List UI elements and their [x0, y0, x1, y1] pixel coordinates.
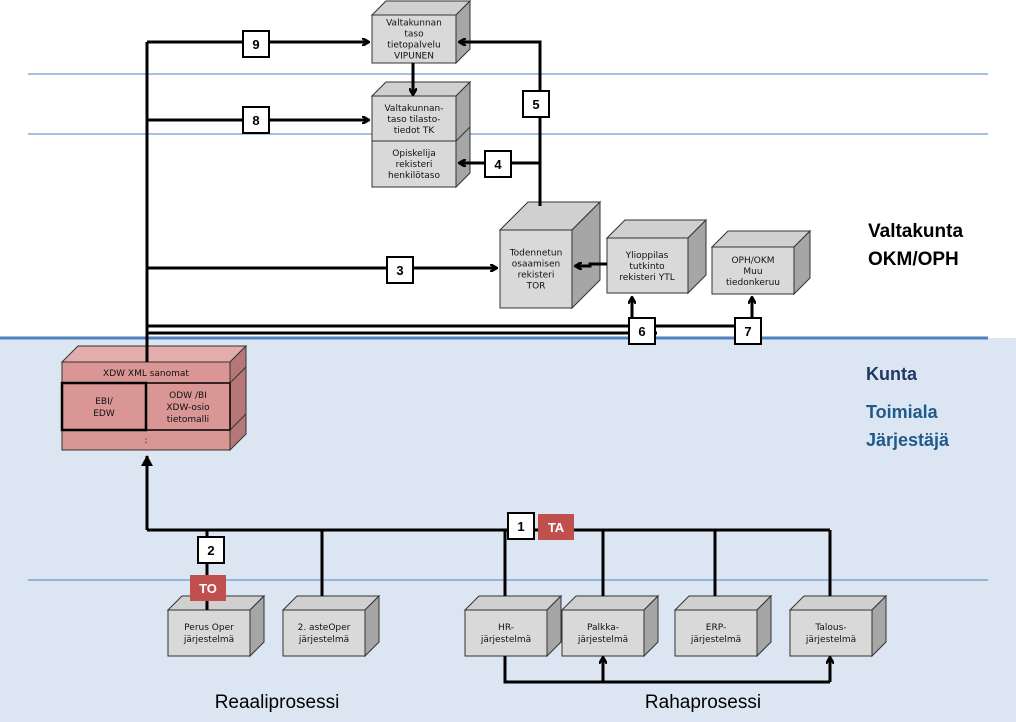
flow-number: 1 — [517, 519, 524, 534]
box-perus-oper: Perus Oper järjestelmä — [166, 594, 266, 658]
box-label: taso — [404, 30, 424, 40]
flow-label-2: 2 — [197, 536, 225, 564]
flow-label-1: 1 — [507, 512, 535, 540]
box-hr: HR-järjestelmä — [463, 594, 563, 658]
box-tor: TodennetunosaamisenrekisteriTOR — [498, 200, 602, 310]
box-label: EDW — [93, 409, 115, 419]
box-label: Opiskelija — [392, 149, 435, 159]
box-oph-okm: OPH/OKMMuutiedonkeruu — [710, 229, 812, 296]
flow-number: 8 — [252, 113, 259, 128]
box-label: HR- — [498, 623, 514, 633]
flow-label-3: 3 — [386, 256, 414, 284]
tag-text: TA — [548, 520, 565, 535]
flow-label-9: 9 — [242, 30, 270, 58]
flow-number: 4 — [494, 157, 502, 172]
box-palkka: Palkka-järjestelmä — [560, 594, 660, 658]
box-label: 2. asteOper — [298, 623, 351, 633]
box-label: Valtakunnan — [386, 19, 442, 29]
diagram: Valtakunnan taso tietopalvelu VIPUNEN Valtak… — [0, 0, 1016, 722]
box-label: Palkka- — [587, 623, 619, 633]
flow-label-5: 5 — [522, 90, 550, 118]
box-label: OPH/OKM — [731, 256, 774, 266]
flow-number: 3 — [396, 263, 403, 278]
box-label: Perus Oper — [184, 623, 234, 633]
box-2-aste-oper: 2. asteOper järjestelmä — [281, 594, 381, 658]
box-talous: Talous-järjestelmä — [788, 594, 888, 658]
box-erp: ERP-järjestelmä — [673, 594, 773, 658]
box-label: Valtakunnan- — [384, 104, 443, 114]
level-label-toimiala: Toimiala — [866, 402, 939, 422]
level-label-jarjestaja: Järjestäjä — [866, 430, 950, 450]
box-vipunen: ValtakunnantasotietopalveluVIPUNEN — [370, 0, 472, 65]
box-label: järjestelmä — [183, 635, 234, 645]
box-label: tietomalli — [167, 415, 209, 425]
box-label: Todennetun — [509, 249, 563, 259]
diagram-canvas: ValtakunnantasotietopalveluVIPUNENValtak… — [0, 0, 1016, 722]
flow-label-4: 4 — [484, 150, 512, 178]
box-label: henkilötaso — [388, 171, 440, 181]
flow-number: 6 — [638, 324, 645, 339]
box-label: taso tilasto- — [387, 115, 440, 125]
flow-number: 2 — [207, 543, 214, 558]
box-label: tiedonkeruu — [726, 278, 780, 288]
box-label: tutkinto — [629, 262, 665, 272]
flow-label-6: 6 — [628, 317, 656, 345]
box-tilastotiedot-tk: Valtakunnan-taso tilasto-tiedot TK Opiske… — [370, 80, 472, 189]
box-label: järjestelmä — [577, 635, 628, 645]
xdw-bottom-label: : — [144, 436, 147, 446]
box-label: Ylioppilas — [625, 251, 669, 261]
level-label-okm-oph: OKM/OPH — [868, 249, 959, 270]
tag-ta: TA — [538, 514, 574, 540]
level-label-valtakunta: Valtakunta — [868, 221, 963, 242]
box-label: järjestelmä — [805, 635, 856, 645]
flow-number: 9 — [252, 37, 259, 52]
box-label: rekisteri — [518, 271, 555, 281]
xdw-sanomat-label: XDW XML sanomat — [103, 369, 189, 379]
flow-number: 7 — [744, 324, 751, 339]
box-label: EBI/ — [95, 397, 114, 407]
process-label-reaali: Reaaliprosessi — [215, 692, 340, 713]
box-label: tietopalvelu — [387, 41, 440, 51]
box-label: VIPUNEN — [394, 52, 434, 62]
box-label: Talous- — [814, 623, 846, 633]
box-label: osaamisen — [512, 260, 560, 270]
box-label: TOR — [526, 282, 546, 292]
box-xdw: XDW XML sanomat EBI/EDW ODW /BI XDW-osio tie… — [60, 344, 248, 452]
flow-number: 5 — [532, 97, 539, 112]
box-label: järjestelmä — [480, 635, 531, 645]
box-label: ERP- — [706, 623, 726, 633]
flow-label-8: 8 — [242, 106, 270, 134]
box-label: rekisteri YTL — [619, 273, 675, 283]
box-label: järjestelmä — [298, 635, 349, 645]
box-label: Muu — [743, 267, 762, 277]
process-label-raha: Rahaprosessi — [645, 692, 761, 713]
box-label: tiedot TK — [394, 126, 436, 136]
flow-label-7: 7 — [734, 317, 762, 345]
box-label: järjestelmä — [690, 635, 741, 645]
box-ytl: Ylioppilastutkintorekisteri YTL — [605, 218, 708, 295]
box-label: ODW /BI — [169, 391, 207, 401]
level-label-kunta: Kunta — [866, 364, 918, 384]
box-label: rekisteri — [396, 160, 433, 170]
box-label: XDW-osio — [166, 403, 210, 413]
tag-to: TO — [190, 575, 226, 601]
tag-text: TO — [199, 581, 217, 596]
